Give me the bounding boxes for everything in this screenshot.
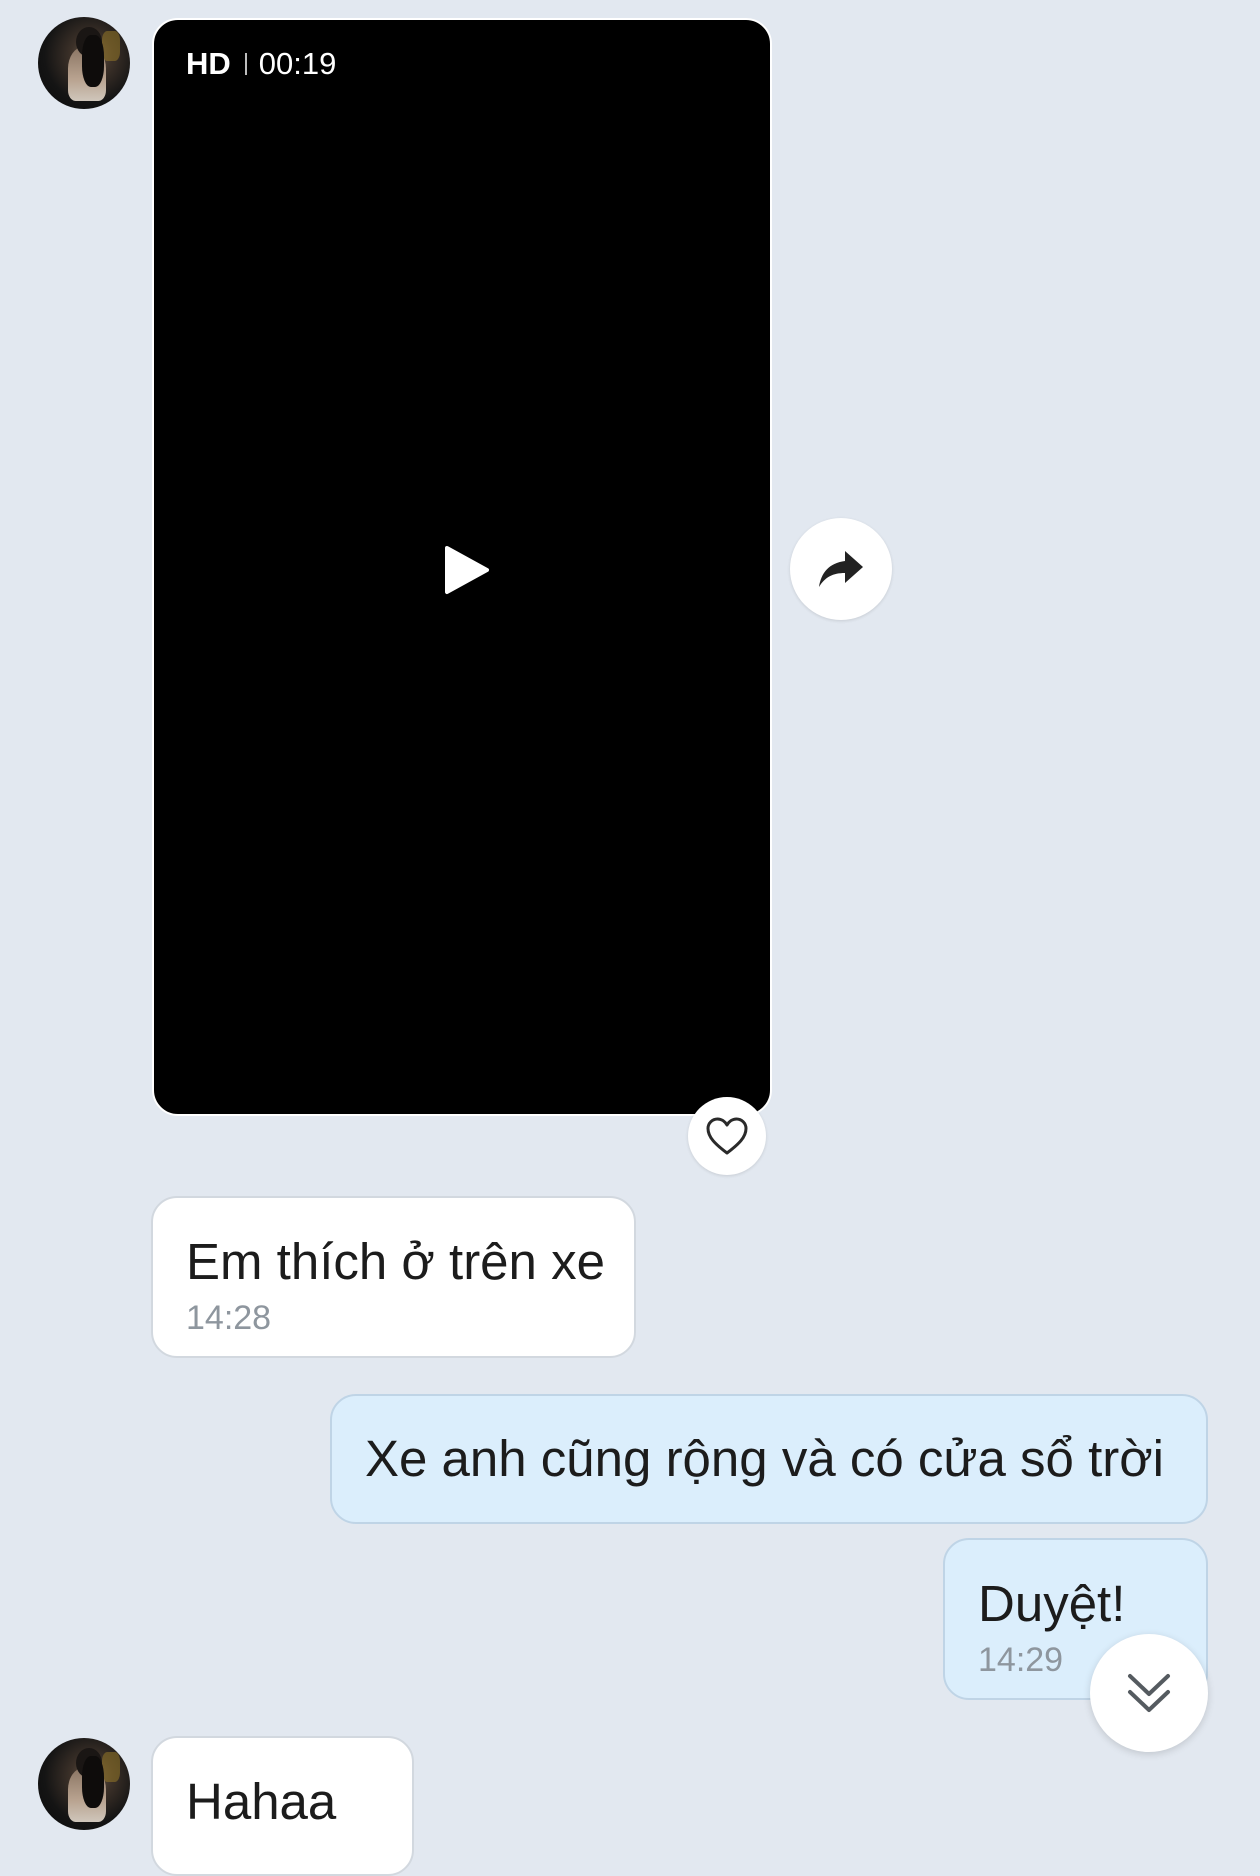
message-text: Duyệt! — [978, 1575, 1126, 1632]
contact-avatar[interactable] — [38, 1738, 130, 1830]
avatar-image-detail — [102, 31, 120, 61]
message-text: Xe anh cũng rộng và có cửa sổ trời — [365, 1430, 1165, 1487]
avatar-image-detail — [102, 1752, 120, 1782]
avatar-image-detail — [82, 35, 104, 87]
video-meta-divider — [244, 53, 247, 75]
video-meta: HD 00:19 — [186, 46, 336, 82]
scroll-to-bottom-button[interactable] — [1090, 1634, 1208, 1752]
share-arrow-icon — [819, 551, 863, 587]
message-time: 14:28 — [186, 1299, 272, 1337]
video-quality-label: HD — [186, 46, 231, 81]
double-chevron-down-icon — [1128, 1674, 1170, 1712]
avatar-image-detail — [82, 1756, 104, 1808]
like-button[interactable] — [688, 1097, 766, 1175]
contact-avatar[interactable] — [38, 17, 130, 109]
video-duration: 00:19 — [258, 46, 337, 81]
heart-outline-icon — [706, 1117, 748, 1155]
message-bubble-incoming[interactable]: Hahaa — [151, 1736, 414, 1876]
play-icon[interactable] — [443, 544, 491, 596]
message-text: Em thích ở trên xe — [186, 1233, 605, 1290]
share-button[interactable] — [790, 518, 892, 620]
message-bubble-incoming[interactable]: Em thích ở trên xe 14:28 — [151, 1196, 636, 1358]
message-text: Hahaa — [186, 1773, 337, 1830]
video-message[interactable]: HD 00:19 — [152, 18, 772, 1116]
message-bubble-outgoing[interactable]: Xe anh cũng rộng và có cửa sổ trời — [330, 1394, 1208, 1524]
